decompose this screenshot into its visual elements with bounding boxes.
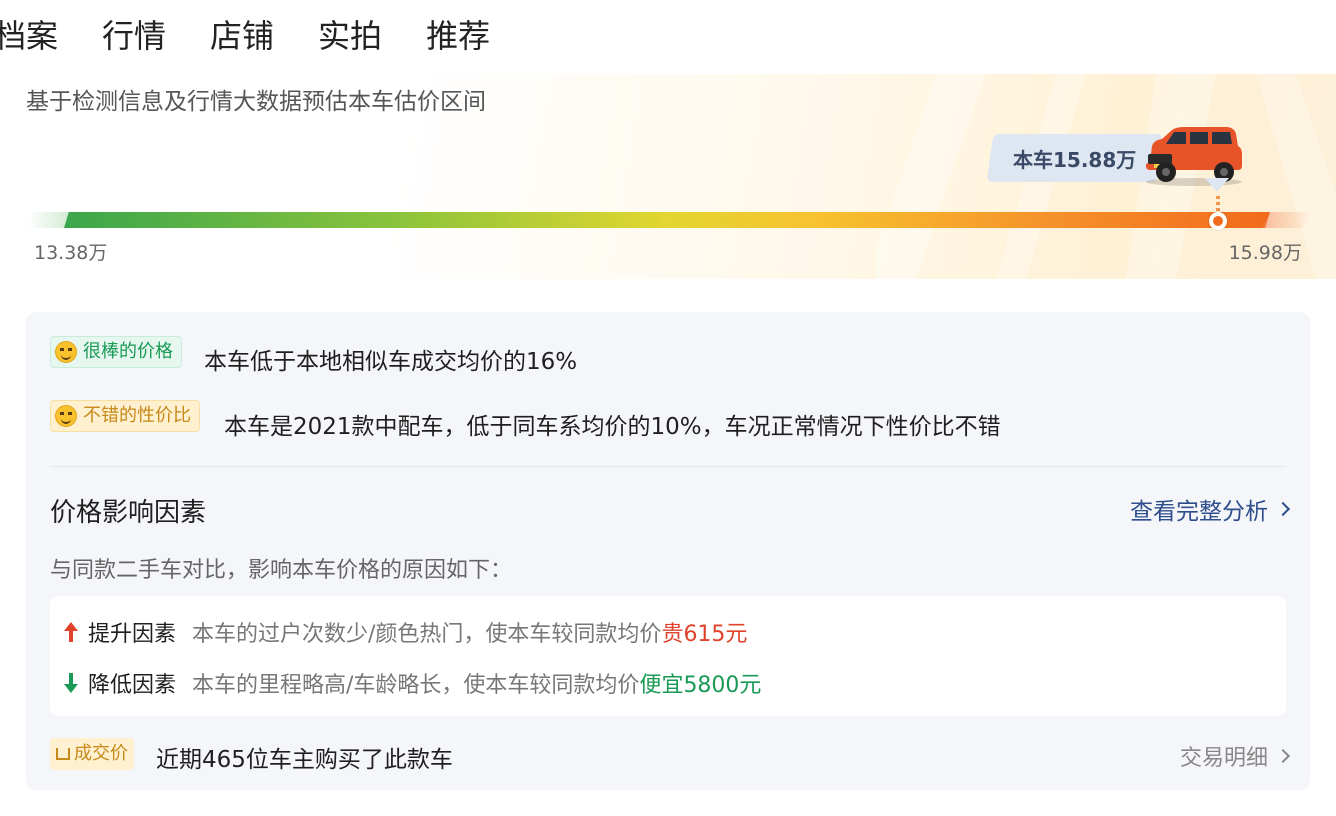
great-price-text: 本车低于本地相似车成交均价的16% bbox=[204, 349, 578, 375]
arrow-up-icon bbox=[64, 622, 78, 642]
full-analysis-link-label: 查看完整分析 bbox=[1130, 499, 1268, 525]
full-analysis-link[interactable]: 查看完整分析 bbox=[1130, 492, 1291, 526]
great-price-badge-label: 很棒的价格 bbox=[83, 341, 173, 362]
good-value-text: 本车是2021款中配车，低于同车系均价的10%，车况正常情况下性价比不错 bbox=[224, 414, 1001, 440]
range-bar-fade-left bbox=[28, 212, 70, 228]
tab-store[interactable]: 店铺 bbox=[210, 14, 274, 66]
deal-icon bbox=[56, 748, 70, 760]
transaction-details-label: 交易明细 bbox=[1179, 746, 1268, 771]
divider bbox=[50, 466, 1286, 467]
arrow-down-icon bbox=[64, 673, 78, 693]
factors-box: 提升因素 本车的过户次数少/颜色热门，使本车较同款均价 贵615元 降低因素 本… bbox=[50, 596, 1286, 716]
current-price-label: 本车15.88万 bbox=[1013, 148, 1137, 172]
price-range-bar bbox=[64, 212, 1270, 228]
deal-price-badge: 成交价 bbox=[50, 738, 134, 770]
factor-down-label: 降低因素 bbox=[88, 673, 177, 698]
price-analysis-card: 很棒的价格 本车低于本地相似车成交均价的16% 不错的性价比 本车是2021款中… bbox=[26, 312, 1310, 790]
good-value-badge: 不错的性价比 bbox=[50, 400, 200, 432]
tab-bar: 档案 行情 店铺 实拍 推荐 bbox=[0, 14, 534, 82]
grin-emoji-icon bbox=[55, 341, 77, 363]
range-bar-fade-right bbox=[1262, 212, 1312, 228]
factor-up-value: 贵615元 bbox=[661, 622, 748, 647]
tab-recommend[interactable]: 推荐 bbox=[426, 14, 490, 66]
car-thumbnail-icon bbox=[1146, 127, 1242, 186]
tab-archive[interactable]: 档案 bbox=[0, 14, 58, 66]
factor-down-text: 本车的里程略高/车龄略长，使本车较同款均价 bbox=[192, 673, 640, 698]
transaction-details-link[interactable]: 交易明细 bbox=[1179, 740, 1291, 772]
estimate-subtitle: 基于检测信息及行情大数据预估本车估价区间 bbox=[26, 89, 486, 115]
factor-up-text: 本车的过户次数少/颜色热门，使本车较同款均价 bbox=[192, 622, 662, 647]
chevron-right-icon bbox=[1275, 748, 1291, 764]
factors-description: 与同款二手车对比，影响本车价格的原因如下： bbox=[50, 558, 513, 583]
factor-down-row: 降低因素 本车的里程略高/车龄略长，使本车较同款均价 便宜5800元 bbox=[64, 667, 761, 699]
deal-text: 近期465位车主购买了此款车 bbox=[156, 747, 453, 773]
chevron-right-icon bbox=[1275, 501, 1291, 517]
factor-up-label: 提升因素 bbox=[88, 622, 177, 647]
tab-photos[interactable]: 实拍 bbox=[318, 14, 382, 66]
tab-market[interactable]: 行情 bbox=[102, 14, 166, 82]
current-price-marker bbox=[1209, 212, 1227, 230]
great-price-badge: 很棒的价格 bbox=[50, 336, 182, 368]
good-value-badge-label: 不错的性价比 bbox=[83, 405, 191, 426]
range-min-label: 13.38万 bbox=[34, 242, 108, 264]
price-range-section: 基于检测信息及行情大数据预估本车估价区间 本车15.88万 13.38万 15.… bbox=[0, 74, 1336, 279]
marker-dotted-line bbox=[1216, 196, 1220, 212]
range-max-label: 15.98万 bbox=[1228, 242, 1302, 264]
deal-price-badge-label: 成交价 bbox=[74, 743, 128, 764]
factor-down-value: 便宜5800元 bbox=[639, 673, 762, 698]
factors-title: 价格影响因素 bbox=[50, 498, 207, 528]
factor-up-row: 提升因素 本车的过户次数少/颜色热门，使本车较同款均价 贵615元 bbox=[64, 616, 747, 648]
smile-emoji-icon bbox=[55, 405, 77, 427]
bubble-pointer bbox=[1205, 178, 1229, 192]
